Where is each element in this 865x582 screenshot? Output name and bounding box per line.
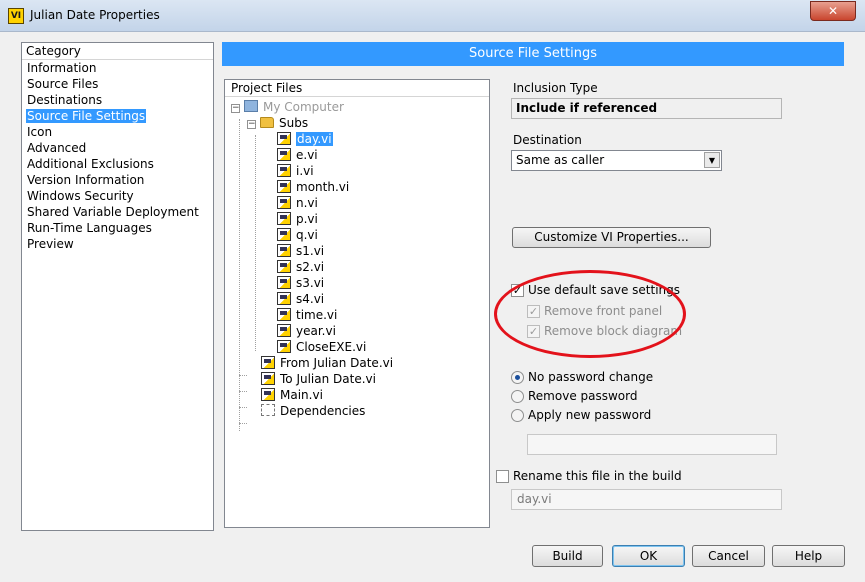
vi-file-icon: [277, 324, 291, 337]
category-item-additional-exclusions[interactable]: Additional Exclusions: [22, 156, 213, 172]
rename-file-checkbox[interactable]: Rename this file in the build: [496, 469, 682, 483]
category-item-version-information[interactable]: Version Information: [22, 172, 213, 188]
category-panel: Category Information Source Files Destin…: [21, 42, 214, 531]
tree-item-vi[interactable]: e.vi: [277, 147, 318, 163]
help-button[interactable]: Help: [772, 545, 845, 567]
title-bar: VI Julian Date Properties ✕: [0, 0, 865, 32]
section-title: Source File Settings: [222, 42, 844, 66]
tree-item-vi[interactable]: month.vi: [277, 179, 349, 195]
build-button[interactable]: Build: [532, 545, 603, 567]
collapse-icon[interactable]: −: [247, 120, 256, 129]
tree-item-vi[interactable]: n.vi: [277, 195, 318, 211]
radio-apply-new-password[interactable]: Apply new password: [511, 408, 651, 422]
destination-label: Destination: [513, 133, 582, 147]
vi-file-icon: [277, 180, 291, 193]
tree-item-vi[interactable]: s3.vi: [277, 275, 324, 291]
chevron-down-icon[interactable]: ▼: [704, 152, 720, 168]
category-item-icon[interactable]: Icon: [22, 124, 213, 140]
tree-item-vi[interactable]: p.vi: [277, 211, 318, 227]
inclusion-type-field: Include if referenced: [511, 98, 782, 119]
computer-icon: [244, 100, 258, 112]
category-item-advanced[interactable]: Advanced: [22, 140, 213, 156]
category-item-run-time-languages[interactable]: Run-Time Languages: [22, 220, 213, 236]
category-item-source-file-settings[interactable]: Source File Settings: [22, 108, 213, 124]
vi-file-icon: [277, 276, 291, 289]
project-files-panel: Project Files − My Computer − Subs day.vi …: [224, 79, 490, 528]
collapse-icon[interactable]: −: [231, 104, 240, 113]
rename-input[interactable]: day.vi: [511, 489, 782, 510]
destination-select[interactable]: Same as caller ▼: [511, 150, 722, 171]
close-button[interactable]: ✕: [810, 1, 856, 21]
radio-remove-password[interactable]: Remove password: [511, 389, 637, 403]
labview-icon: VI: [8, 8, 24, 24]
vi-file-icon: [277, 292, 291, 305]
tree-item-vi[interactable]: s4.vi: [277, 291, 324, 307]
category-list: Information Source Files Destinations So…: [22, 60, 213, 252]
tree-item-vi[interactable]: q.vi: [277, 227, 318, 243]
inclusion-type-label: Inclusion Type: [513, 81, 598, 95]
vi-file-icon: [277, 308, 291, 321]
vi-file-icon: [277, 260, 291, 273]
vi-file-icon: [277, 244, 291, 257]
tree-item-vi[interactable]: Main.vi: [261, 387, 323, 403]
vi-file-icon: [277, 340, 291, 353]
tree-item-vi[interactable]: time.vi: [277, 307, 337, 323]
password-input[interactable]: [527, 434, 777, 455]
tree-item-dependencies[interactable]: Dependencies: [261, 403, 365, 419]
tree-item-vi[interactable]: To Julian Date.vi: [261, 371, 376, 387]
tree-item-vi[interactable]: day.vi: [277, 131, 333, 147]
category-item-windows-security[interactable]: Windows Security: [22, 188, 213, 204]
tree-item-vi[interactable]: From Julian Date.vi: [261, 355, 393, 371]
tree-item-vi[interactable]: s1.vi: [277, 243, 324, 259]
category-item-destinations[interactable]: Destinations: [22, 92, 213, 108]
cancel-button[interactable]: Cancel: [692, 545, 765, 567]
vi-file-icon: [277, 148, 291, 161]
customize-vi-properties-button[interactable]: Customize VI Properties...: [512, 227, 711, 248]
radio-dot: [511, 408, 524, 422]
tree-item-my-computer[interactable]: − My Computer: [231, 99, 344, 115]
dependencies-icon: [261, 404, 275, 416]
radio-dot: [511, 370, 524, 384]
category-item-information[interactable]: Information: [22, 60, 213, 76]
tree-item-vi[interactable]: year.vi: [277, 323, 336, 339]
tree-item-vi[interactable]: i.vi: [277, 163, 314, 179]
category-item-source-files[interactable]: Source Files: [22, 76, 213, 92]
folder-icon: [260, 117, 274, 128]
window-title: Julian Date Properties: [30, 8, 160, 22]
tree-item-subs-folder[interactable]: − Subs: [247, 115, 308, 131]
category-header: Category: [22, 43, 213, 60]
vi-file-icon: [277, 212, 291, 225]
destination-value: Same as caller: [516, 153, 605, 167]
category-item-shared-variable-deployment[interactable]: Shared Variable Deployment: [22, 204, 213, 220]
vi-file-icon: [277, 132, 291, 145]
checkbox-box: [496, 469, 509, 483]
project-files-header: Project Files: [225, 80, 489, 97]
vi-file-icon: [261, 356, 275, 369]
ok-button[interactable]: OK: [612, 545, 685, 567]
vi-file-icon: [261, 388, 275, 401]
radio-dot: [511, 389, 524, 403]
vi-file-icon: [277, 228, 291, 241]
vi-file-icon: [261, 372, 275, 385]
category-item-preview[interactable]: Preview: [22, 236, 213, 252]
red-annotation-oval: [494, 270, 686, 358]
tree-item-vi[interactable]: s2.vi: [277, 259, 324, 275]
vi-file-icon: [277, 196, 291, 209]
vi-file-icon: [277, 164, 291, 177]
tree-item-vi[interactable]: CloseEXE.vi: [277, 339, 366, 355]
radio-no-password-change[interactable]: No password change: [511, 370, 653, 384]
